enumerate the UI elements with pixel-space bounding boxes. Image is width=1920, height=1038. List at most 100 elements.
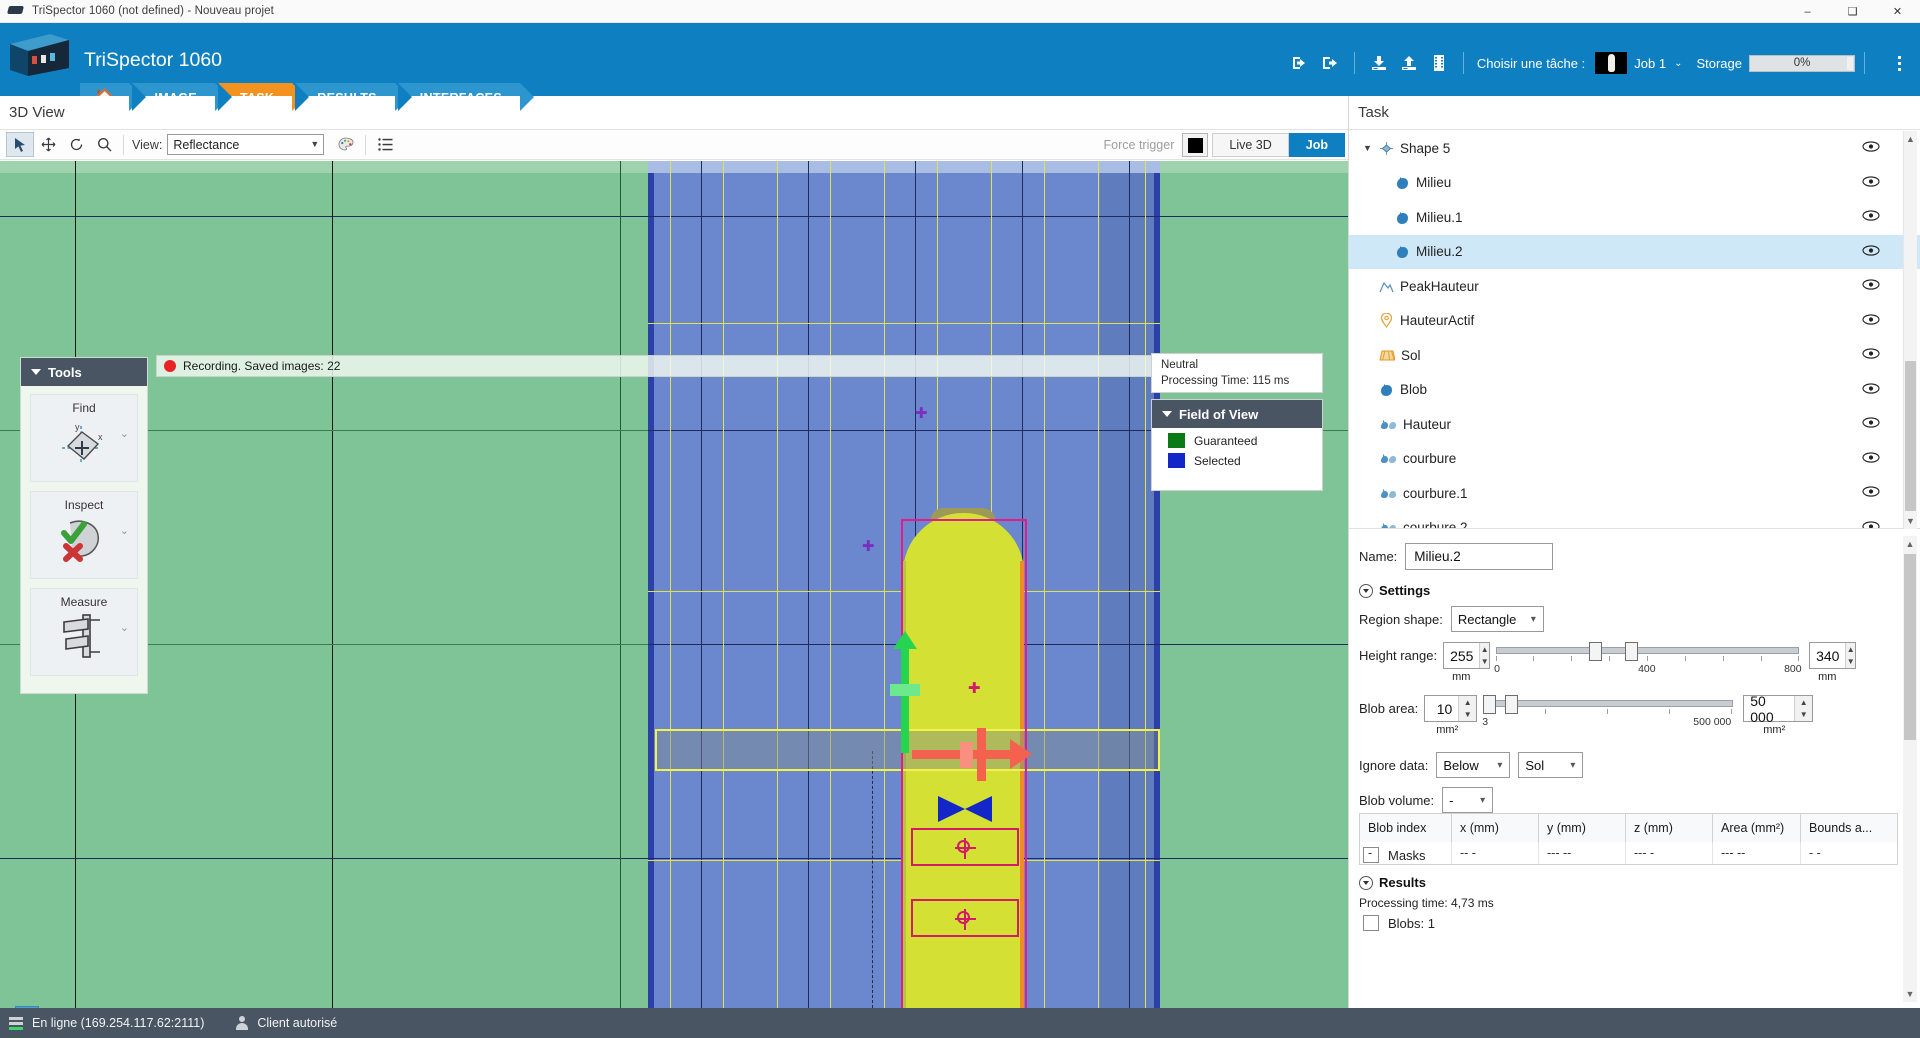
task-tree-scrollbar[interactable]: ▲ ▼ <box>1903 131 1917 529</box>
3d-viewport[interactable]: ✚ ✚ ✚ Recording. Saved images: 22 Neutra… <box>0 161 1348 1008</box>
tree-item-courbure-1[interactable]: courbure.1 <box>1349 476 1920 511</box>
x-axis-arrow-icon[interactable] <box>1010 739 1032 769</box>
tool-measure[interactable]: Measure ⌄ <box>30 588 138 676</box>
tool-inspect-caret[interactable]: ⌄ <box>120 524 129 537</box>
height-max-stepper[interactable]: ▲ ▼ <box>1845 643 1856 668</box>
region-center-target-1[interactable] <box>955 838 976 859</box>
task-tree[interactable]: ▼ Shape 5 Milieu Milieu.1 Milieu.2 PeakH… <box>1349 131 1920 529</box>
scroll-up-icon[interactable]: ▲ <box>1904 131 1917 147</box>
pan-icon[interactable] <box>34 132 62 157</box>
eye-icon[interactable] <box>1862 174 1880 192</box>
live-3d-toggle[interactable]: Live 3D <box>1212 133 1289 157</box>
height-min-stepper[interactable]: ▲ ▼ <box>1479 643 1490 668</box>
tree-item-sol[interactable]: Sol <box>1349 338 1920 373</box>
blob-area-min-input[interactable]: 10 ▲ ▼ <box>1424 695 1478 722</box>
tool-find[interactable]: Find y x ⌄ <box>30 394 138 482</box>
region-shape-select[interactable]: Rectangle ▾ <box>1450 606 1544 632</box>
blob-area-max-input[interactable]: 50 000 ▲ ▼ <box>1743 693 1814 725</box>
y-axis-size-handle[interactable] <box>890 684 920 696</box>
results-section-header[interactable]: Results <box>1349 875 1920 890</box>
blob-area-max-stepper[interactable]: ▲ ▼ <box>1794 696 1813 721</box>
memory-chip-icon[interactable] <box>1424 50 1454 76</box>
expand-triangle-icon[interactable]: ▼ <box>1363 143 1379 153</box>
eye-icon[interactable] <box>1862 243 1880 261</box>
rotate-icon[interactable] <box>62 132 90 157</box>
name-input[interactable]: Milieu.2 <box>1405 543 1554 570</box>
tree-item-blob[interactable]: Blob <box>1349 373 1920 408</box>
settings-scrollbar[interactable]: ▲ ▼ <box>1903 536 1917 1002</box>
scroll-down-icon[interactable]: ▼ <box>1904 513 1917 529</box>
eye-icon[interactable] <box>1862 277 1880 295</box>
scroll-down-icon[interactable]: ▼ <box>1903 986 1917 1002</box>
tree-item-milieu[interactable]: Milieu <box>1349 166 1920 201</box>
zoom-icon[interactable] <box>90 132 118 157</box>
job-name[interactable]: Job 1 <box>1634 56 1666 71</box>
eye-icon[interactable] <box>1862 208 1880 226</box>
tree-item-milieu-1[interactable]: Milieu.1 <box>1349 200 1920 235</box>
tree-item-peakhauteur[interactable]: PeakHauteur <box>1349 269 1920 304</box>
settings-section-header[interactable]: Settings <box>1349 583 1920 598</box>
palette-icon[interactable] <box>332 132 360 157</box>
rotation-handle[interactable] <box>938 796 992 823</box>
tree-item-milieu-2[interactable]: Milieu.2 <box>1349 234 1920 269</box>
blob-volume-select[interactable]: - ▾ <box>1442 787 1494 813</box>
x-axis-size-handle-2[interactable] <box>977 728 986 781</box>
ignore-data-select-2[interactable]: Sol ▾ <box>1518 752 1584 778</box>
cursor-icon[interactable] <box>6 132 34 157</box>
eye-icon[interactable] <box>1862 346 1880 364</box>
minimize-button[interactable]: – <box>1785 0 1830 23</box>
job-toggle[interactable]: Job <box>1288 133 1345 157</box>
y-axis-arrow-icon[interactable] <box>893 631 917 649</box>
eye-icon[interactable] <box>1862 139 1880 157</box>
height-range-slider[interactable]: 0 400 800 <box>1494 642 1802 681</box>
eye-icon[interactable] <box>1862 312 1880 330</box>
tree-item-shape-5[interactable]: ▼ Shape 5 <box>1349 131 1920 166</box>
tool-find-caret[interactable]: ⌄ <box>120 427 129 440</box>
maximize-button[interactable]: ❑ <box>1830 0 1875 23</box>
blobs-row[interactable]: Blobs: 1 <box>1349 915 1920 931</box>
upload-icon[interactable] <box>1394 50 1424 76</box>
y-axis-handle[interactable] <box>901 643 909 753</box>
blob-area-slider[interactable]: 3 500 000 <box>1482 695 1734 734</box>
height-max-input[interactable]: 340 ▲ ▼ <box>1809 642 1857 669</box>
region-center-target-2[interactable] <box>955 909 976 930</box>
results-table[interactable]: Blob index x (mm) y (mm) z (mm) Area (mm… <box>1359 813 1898 865</box>
tree-item-hauteuractif[interactable]: HauteurActif <box>1349 304 1920 339</box>
list-icon[interactable] <box>371 132 399 157</box>
tools-palette-header[interactable]: Tools <box>21 358 147 386</box>
overflow-menu-icon[interactable] <box>1888 55 1910 71</box>
eye-icon[interactable] <box>1862 381 1880 399</box>
neutral-info-card: Neutral Processing Time: 115 ms <box>1151 353 1323 393</box>
height-max-handle[interactable] <box>1625 642 1639 661</box>
scroll-up-icon[interactable]: ▲ <box>1903 536 1917 552</box>
tool-inspect[interactable]: Inspect ⌄ <box>30 491 138 579</box>
color-swatch-button[interactable] <box>1182 133 1209 157</box>
scroll-thumb[interactable] <box>1905 361 1916 511</box>
view-select[interactable]: Reflectance ▼ <box>167 134 325 155</box>
blob-area-min-handle[interactable] <box>1483 695 1497 714</box>
eye-icon[interactable] <box>1862 519 1880 528</box>
height-min-handle[interactable] <box>1589 642 1603 661</box>
download-icon[interactable] <box>1364 50 1394 76</box>
height-min-input[interactable]: 255 ▲ ▼ <box>1443 642 1491 669</box>
x-axis-size-handle[interactable] <box>960 742 973 768</box>
blobs-checkbox[interactable] <box>1363 915 1379 931</box>
eye-icon[interactable] <box>1862 415 1880 433</box>
login-icon[interactable] <box>1285 50 1315 76</box>
chevron-down-icon[interactable]: ⌄ <box>1674 58 1682 69</box>
eye-icon[interactable] <box>1862 484 1880 502</box>
scroll-thumb[interactable] <box>1904 554 1916 740</box>
blob-area-min-stepper[interactable]: ▲ ▼ <box>1458 696 1477 721</box>
field-of-view-header[interactable]: Field of View <box>1152 400 1322 428</box>
eye-icon[interactable] <box>1862 450 1880 468</box>
tree-item-hauteur[interactable]: Hauteur <box>1349 407 1920 442</box>
ignore-data-select-1[interactable]: Below ▾ <box>1436 752 1511 778</box>
force-trigger-button[interactable]: Force trigger <box>1104 138 1175 152</box>
tree-item-courbure[interactable]: courbure <box>1349 442 1920 477</box>
tree-item-courbure-2[interactable]: courbure.2 <box>1349 511 1920 528</box>
tool-measure-caret[interactable]: ⌄ <box>120 621 129 634</box>
table-row[interactable]: - -- - --- -- --- - --- -- - - <box>1360 842 1897 864</box>
close-button[interactable]: ✕ <box>1875 0 1920 23</box>
logout-icon[interactable] <box>1315 50 1345 76</box>
blob-area-max-handle[interactable] <box>1505 695 1519 714</box>
